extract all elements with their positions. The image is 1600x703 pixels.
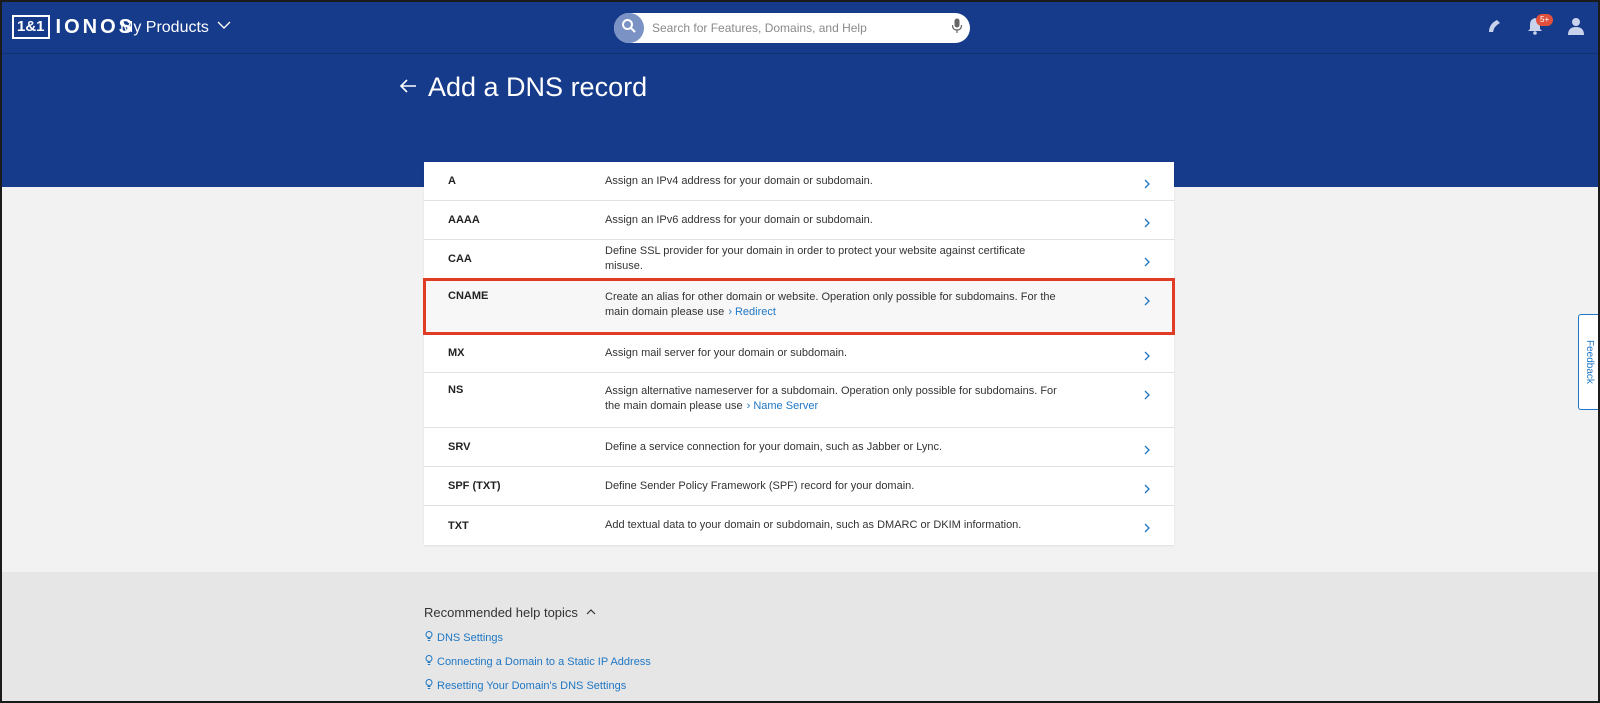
record-description: Assign mail server for your domain or su… — [605, 346, 848, 359]
record-description-text: Assign alternative nameserver for a subd… — [605, 385, 1057, 412]
chevron-right-icon — [1142, 520, 1152, 533]
search-button[interactable] — [614, 13, 644, 43]
help-link-label: DNS Settings — [437, 631, 504, 644]
record-description: Define a service connection for your dom… — [605, 440, 943, 453]
record-type: SRV — [448, 441, 471, 453]
redirect-link[interactable]: › Redirect — [727, 306, 776, 318]
record-row-spf-txt[interactable]: SPF (TXT) Define Sender Policy Framework… — [424, 467, 1174, 506]
record-row-txt[interactable]: TXT Add textual data to your domain or s… — [424, 506, 1174, 545]
record-description: Add textual data to your domain or subdo… — [605, 519, 1022, 531]
account-button[interactable] — [1565, 17, 1587, 39]
record-row-caa[interactable]: CAA Define SSL provider for your domain … — [424, 240, 1174, 279]
lightbulb-icon — [424, 630, 434, 645]
chevron-right-icon — [1142, 176, 1152, 189]
lightbulb-icon — [424, 654, 434, 669]
record-description: Assign an IPv6 address for your domain o… — [605, 213, 873, 226]
microphone-icon — [951, 18, 963, 39]
record-description-text: Create an alias for other domain or webs… — [605, 291, 1056, 318]
ionos-logo[interactable]: 1&1 IONOS — [12, 15, 135, 39]
help-topics-title: Recommended help topics — [424, 605, 578, 620]
phone-button[interactable] — [1484, 17, 1506, 39]
phone-icon — [1485, 16, 1505, 41]
link-chevron-icon: › — [746, 400, 751, 412]
help-topics-section — [0, 572, 1600, 703]
link-chevron-icon: › — [728, 306, 732, 318]
chevron-right-icon — [1142, 348, 1152, 361]
feedback-tab[interactable]: Feedback — [1578, 314, 1600, 410]
record-row-a[interactable]: A Assign an IPv4 address for your domain… — [424, 162, 1174, 201]
top-navigation-bar: 1&1 IONOS My Products 5+ — [0, 0, 1600, 54]
help-link-reset-dns[interactable]: Resetting Your Domain's DNS Settings — [424, 678, 626, 693]
page-title: Add a DNS record — [398, 72, 647, 103]
chevron-right-icon — [1142, 481, 1152, 494]
search-bar — [614, 13, 970, 43]
record-row-ns[interactable]: NS Assign alternative nameserver for a s… — [424, 373, 1174, 428]
record-description: Assign an IPv4 address for your domain o… — [605, 174, 873, 187]
record-description: Assign alternative nameserver for a subd… — [605, 373, 1057, 427]
feedback-label: Feedback — [1584, 340, 1595, 384]
record-row-aaaa[interactable]: AAAA Assign an IPv6 address for your dom… — [424, 201, 1174, 240]
chevron-right-icon — [1142, 254, 1152, 267]
chevron-right-icon — [1142, 215, 1152, 228]
help-topics-toggle[interactable]: Recommended help topics — [424, 605, 596, 620]
search-icon — [621, 18, 637, 39]
help-link-label: Connecting a Domain to a Static IP Addre… — [437, 655, 651, 668]
my-products-menu[interactable]: My Products — [120, 18, 231, 37]
chevron-right-icon — [1142, 293, 1152, 306]
my-products-label: My Products — [120, 18, 209, 36]
name-server-link[interactable]: › Name Server — [746, 400, 818, 412]
record-description: Define SSL provider for your domain in o… — [605, 245, 1026, 272]
chevron-right-icon — [1142, 387, 1152, 400]
logo-box: 1&1 — [12, 15, 50, 39]
chevron-right-icon — [1142, 442, 1152, 455]
chevron-down-icon — [217, 18, 231, 37]
search-input[interactable] — [652, 21, 944, 35]
record-type: MX — [448, 347, 465, 359]
help-link-dns-settings[interactable]: DNS Settings — [424, 630, 503, 645]
record-type: CAA — [448, 253, 472, 265]
microphone-button[interactable] — [944, 13, 970, 43]
dns-record-type-list: A Assign an IPv4 address for your domain… — [423, 162, 1175, 545]
record-row-cname[interactable]: CNAME Create an alias for other domain o… — [423, 278, 1175, 335]
name-server-link-label: Name Server — [753, 400, 819, 412]
record-description: Define Sender Policy Framework (SPF) rec… — [605, 479, 915, 492]
record-type: CNAME — [448, 290, 489, 302]
user-icon — [1566, 16, 1586, 41]
record-type: SPF (TXT) — [448, 480, 501, 492]
record-type: TXT — [448, 519, 469, 532]
redirect-link-label: Redirect — [734, 306, 776, 318]
lightbulb-icon — [424, 678, 434, 693]
record-description: Create an alias for other domain or webs… — [605, 279, 1057, 333]
notification-badge: 5+ — [1536, 14, 1554, 26]
record-type: NS — [448, 384, 464, 396]
help-link-label: Resetting Your Domain's DNS Settings — [437, 679, 627, 692]
record-type: A — [448, 175, 456, 187]
help-link-static-ip[interactable]: Connecting a Domain to a Static IP Addre… — [424, 654, 651, 669]
record-row-srv[interactable]: SRV Define a service connection for your… — [424, 428, 1174, 467]
record-type: AAAA — [448, 214, 480, 226]
record-row-mx[interactable]: MX Assign mail server for your domain or… — [424, 334, 1174, 373]
chevron-up-icon — [586, 605, 596, 620]
page-title-text: Add a DNS record — [428, 72, 648, 102]
back-arrow-icon[interactable] — [398, 72, 418, 103]
